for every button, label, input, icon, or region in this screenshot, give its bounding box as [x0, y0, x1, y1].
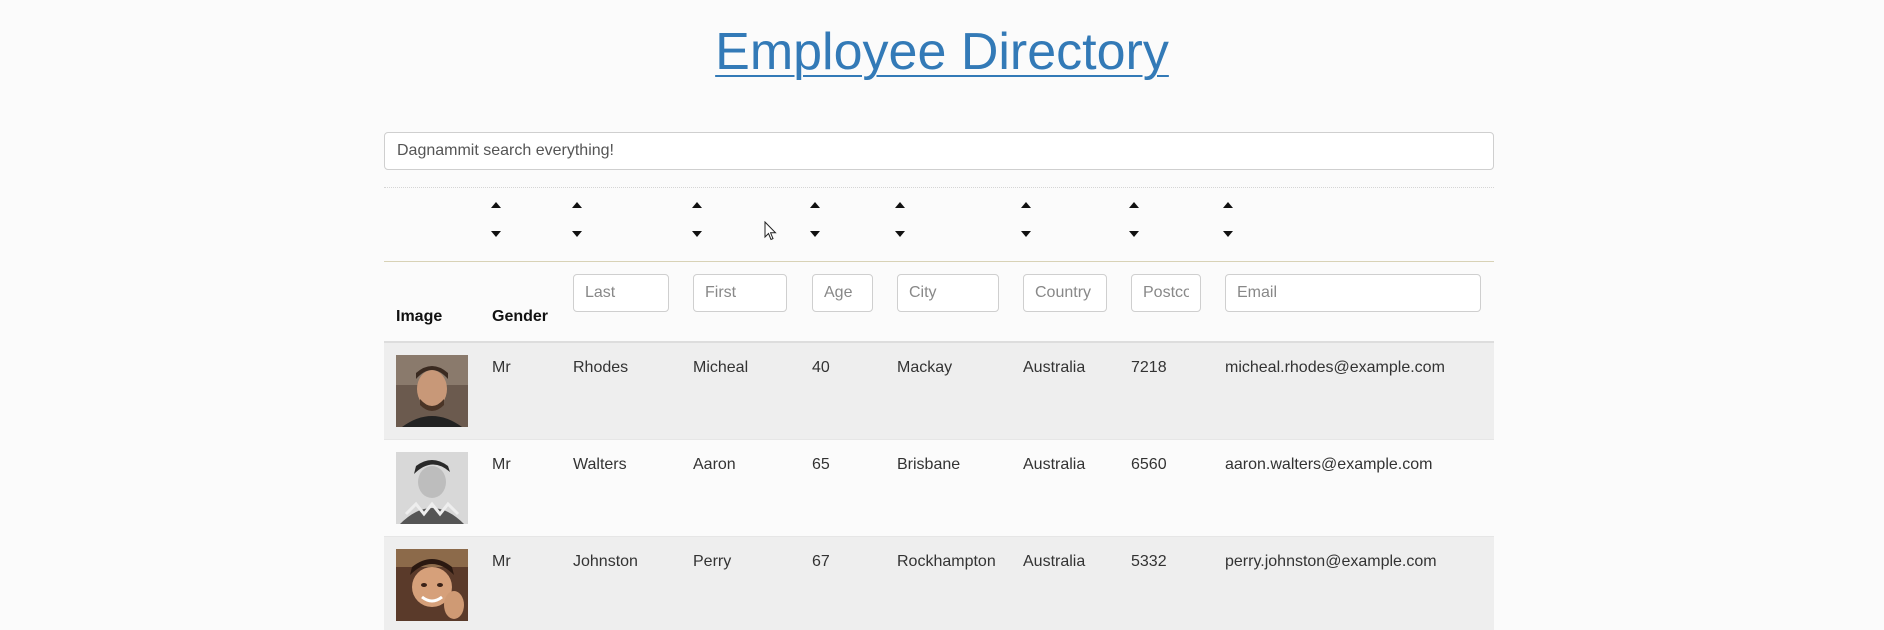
- mouse-cursor-icon: [764, 221, 777, 241]
- sort-desc-icon[interactable]: [810, 231, 820, 237]
- sort-age: [810, 202, 824, 237]
- age-filter-input[interactable]: [812, 274, 873, 312]
- last-name-cell: Rhodes: [573, 359, 629, 376]
- city-cell: Rockhampton: [897, 553, 996, 570]
- search-input[interactable]: [384, 132, 1494, 170]
- gender-cell: Mr: [492, 359, 511, 376]
- table-row: Mr Johnston Perry 67 Rockhampton Austral…: [384, 537, 1494, 630]
- first-filter-input[interactable]: [693, 274, 787, 312]
- email-cell: aaron.walters@example.com: [1225, 456, 1433, 473]
- sort-desc-icon[interactable]: [895, 231, 905, 237]
- sort-asc-icon[interactable]: [491, 202, 501, 208]
- postcode-filter-input[interactable]: [1131, 274, 1201, 312]
- last-name-cell: Walters: [573, 456, 627, 473]
- country-cell: Australia: [1023, 553, 1086, 570]
- sort-desc-icon[interactable]: [692, 231, 702, 237]
- city-filter-input[interactable]: [897, 274, 999, 312]
- employee-avatar: [396, 549, 468, 621]
- table-header-row: Image Gender: [384, 262, 1494, 343]
- country-cell: Australia: [1023, 456, 1086, 473]
- sort-country: [1021, 202, 1035, 237]
- first-name-cell: Micheal: [693, 359, 749, 376]
- city-cell: Mackay: [897, 359, 953, 376]
- sort-asc-icon[interactable]: [1021, 202, 1031, 208]
- postcode-cell: 6560: [1131, 456, 1167, 473]
- sort-desc-icon[interactable]: [1021, 231, 1031, 237]
- sort-email: [1223, 202, 1237, 237]
- sort-asc-icon[interactable]: [1129, 202, 1139, 208]
- sort-desc-icon[interactable]: [572, 231, 582, 237]
- last-filter-input[interactable]: [573, 274, 669, 312]
- age-cell: 65: [812, 456, 830, 473]
- postcode-cell: 7218: [1131, 359, 1167, 376]
- email-cell: micheal.rhodes@example.com: [1225, 359, 1445, 376]
- sort-asc-icon[interactable]: [895, 202, 905, 208]
- sort-postcode: [1129, 202, 1143, 237]
- sort-desc-icon[interactable]: [1129, 231, 1139, 237]
- directory-container: Image Gender Mr Rhodes Micheal 40 Mackay…: [384, 132, 1494, 630]
- sort-desc-icon[interactable]: [1223, 231, 1233, 237]
- first-name-cell: Perry: [693, 553, 732, 570]
- table-row: Mr Walters Aaron 65 Brisbane Australia 6…: [384, 440, 1494, 537]
- age-cell: 40: [812, 359, 830, 376]
- postcode-cell: 5332: [1131, 553, 1167, 570]
- country-filter-input[interactable]: [1023, 274, 1107, 312]
- sort-first: [692, 202, 706, 237]
- sort-asc-icon[interactable]: [1223, 202, 1233, 208]
- sort-asc-icon[interactable]: [810, 202, 820, 208]
- first-name-cell: Aaron: [693, 456, 736, 473]
- page-title[interactable]: Employee Directory: [0, 22, 1884, 82]
- sort-asc-icon[interactable]: [572, 202, 582, 208]
- image-column-header: Image: [396, 308, 443, 325]
- email-cell: perry.johnston@example.com: [1225, 553, 1437, 570]
- employee-avatar: [396, 355, 468, 427]
- sort-desc-icon[interactable]: [491, 231, 501, 237]
- gender-cell: Mr: [492, 456, 511, 473]
- sort-last: [572, 202, 586, 237]
- email-filter-input[interactable]: [1225, 274, 1481, 312]
- age-cell: 67: [812, 553, 830, 570]
- sort-city: [895, 202, 909, 237]
- employee-avatar: [396, 452, 468, 524]
- sort-controls-row: [384, 187, 1494, 262]
- gender-column-header: Gender: [492, 308, 549, 325]
- city-cell: Brisbane: [897, 456, 961, 473]
- country-cell: Australia: [1023, 359, 1086, 376]
- last-name-cell: Johnston: [573, 553, 638, 570]
- sort-asc-icon[interactable]: [692, 202, 702, 208]
- sort-gender: [491, 202, 505, 237]
- table-row: Mr Rhodes Micheal 40 Mackay Australia 72…: [384, 343, 1494, 440]
- gender-cell: Mr: [492, 553, 511, 570]
